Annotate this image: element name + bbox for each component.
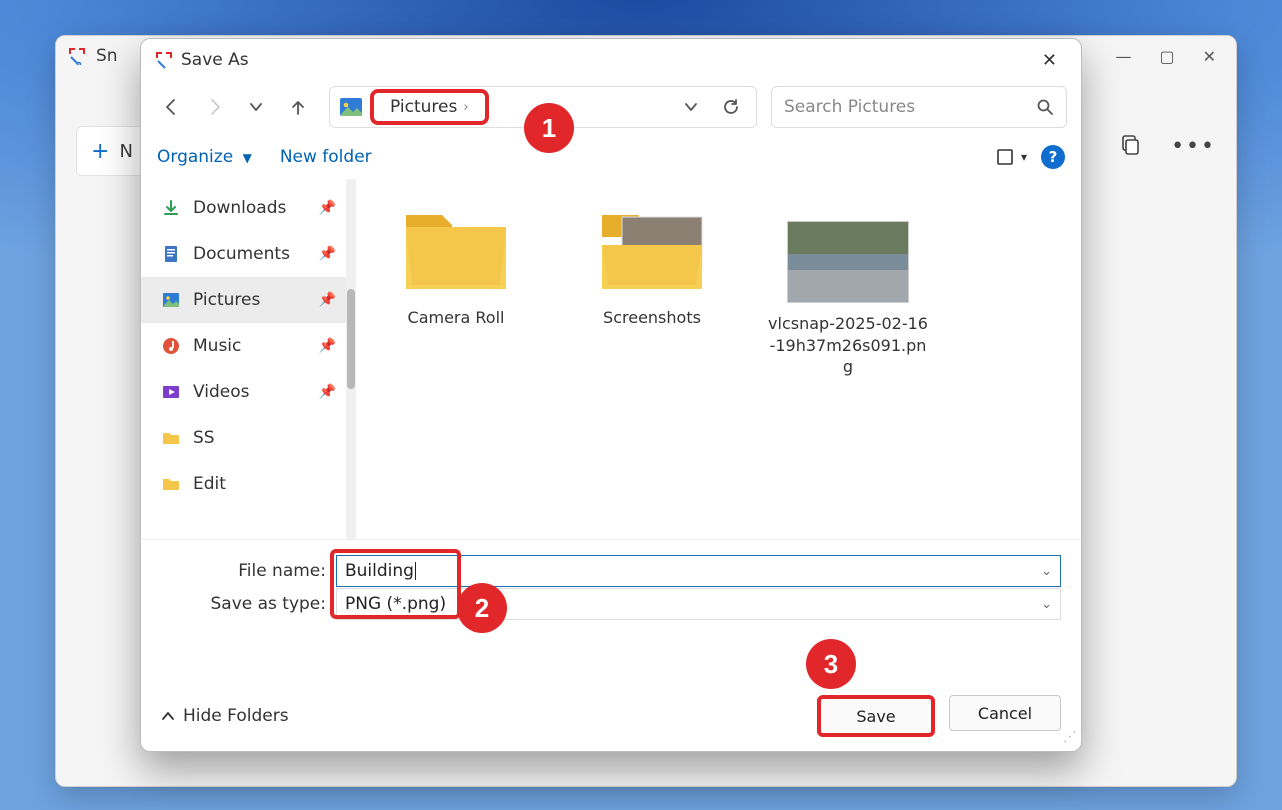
callout-2: 2 [457, 583, 507, 633]
image-thumbnail [787, 221, 909, 303]
chevron-up-icon [161, 709, 175, 723]
sidebar-item-downloads[interactable]: Downloads 📌 [141, 185, 346, 231]
breadcrumb-pictures[interactable]: Pictures › [382, 95, 477, 119]
pictures-location-icon [338, 94, 364, 120]
folder-icon [161, 474, 181, 494]
sidebar-item-videos[interactable]: Videos 📌 [141, 369, 346, 415]
minimize-button[interactable]: — [1115, 47, 1131, 66]
sidebar-item-label: SS [193, 428, 215, 448]
snipping-tool-title: Sn [96, 46, 118, 66]
saveastype-value: PNG (*.png) [345, 594, 446, 614]
hide-folders-label: Hide Folders [183, 706, 289, 726]
sidebar-item-label: Music [193, 336, 241, 356]
file-list: Camera Roll Screenshots vlcsnap-2025-02-… [356, 179, 1081, 539]
file-item-vlcsnap[interactable]: vlcsnap-2025-02-16-19h37m26s091.png [768, 197, 928, 378]
sidebar-scrollbar[interactable] [346, 179, 356, 539]
nav-forward-button[interactable] [197, 90, 231, 124]
filename-label: File name: [161, 561, 336, 581]
nav-back-button[interactable] [155, 90, 189, 124]
dialog-title: Save As [181, 50, 249, 70]
callout-3: 3 [806, 639, 856, 689]
videos-icon [161, 382, 181, 402]
organize-label: Organize [157, 147, 233, 167]
organize-menu[interactable]: Organize ▼ [157, 147, 252, 167]
documents-icon [161, 244, 181, 264]
cancel-button[interactable]: Cancel [949, 695, 1061, 731]
pin-icon: 📌 [319, 292, 336, 308]
chevron-down-icon: ▾ [1021, 150, 1027, 164]
music-icon [161, 336, 181, 356]
file-item-label: Camera Roll [376, 307, 536, 329]
search-icon [1036, 98, 1054, 116]
maximize-button[interactable]: ▢ [1159, 47, 1174, 66]
save-as-dialog: Save As ✕ Pictures › Search Pictures [140, 38, 1082, 752]
pin-icon: 📌 [319, 246, 336, 262]
copy-icon[interactable] [1119, 134, 1141, 159]
chevron-down-icon: ⌄ [1041, 597, 1052, 612]
pin-icon: 📌 [319, 338, 336, 354]
filename-value: Building [345, 561, 414, 581]
sidebar-item-pictures[interactable]: Pictures 📌 [141, 277, 346, 323]
pictures-icon [161, 290, 181, 310]
file-item-camera-roll[interactable]: Camera Roll [376, 197, 536, 329]
new-snip-label-partial: N [119, 141, 132, 162]
folder-preview-icon [592, 197, 712, 297]
chevron-down-icon: ▼ [243, 151, 252, 165]
help-button[interactable]: ? [1041, 145, 1065, 169]
hide-folders-button[interactable]: Hide Folders [161, 706, 289, 726]
new-snip-button[interactable]: + N [76, 126, 148, 176]
filename-input[interactable]: Building ⌄ [336, 555, 1061, 587]
sidebar-item-label: Videos [193, 382, 250, 402]
sidebar-item-documents[interactable]: Documents 📌 [141, 231, 346, 277]
scrollbar-thumb[interactable] [347, 289, 355, 389]
callout-1-highlight: Pictures › [370, 89, 489, 125]
save-button[interactable]: Save [817, 695, 935, 737]
plus-icon: + [91, 139, 109, 164]
sidebar-item-label: Documents [193, 244, 290, 264]
pin-icon: 📌 [319, 200, 336, 216]
view-mode-button[interactable]: ▾ [995, 147, 1027, 167]
sidebar-item-edit[interactable]: Edit [141, 461, 346, 507]
file-item-screenshots[interactable]: Screenshots [572, 197, 732, 329]
close-window-button[interactable]: ✕ [1203, 47, 1216, 66]
sidebar-item-ss[interactable]: SS [141, 415, 346, 461]
new-folder-button[interactable]: New folder [280, 147, 372, 167]
sidebar-item-label: Edit [193, 474, 226, 494]
nav-recent-button[interactable] [239, 90, 273, 124]
snipping-tool-icon [68, 47, 86, 65]
dialog-app-icon [155, 51, 173, 69]
breadcrumb-label: Pictures [390, 97, 457, 117]
folder-icon [161, 428, 181, 448]
more-icon[interactable]: ••• [1171, 134, 1216, 159]
refresh-button[interactable] [714, 90, 748, 124]
chevron-down-icon[interactable]: ⌄ [1041, 564, 1052, 579]
search-input[interactable]: Search Pictures [771, 86, 1067, 128]
close-dialog-button[interactable]: ✕ [1032, 44, 1067, 77]
resize-gripper[interactable]: ⋰ [1063, 729, 1075, 745]
nav-up-button[interactable] [281, 90, 315, 124]
sidebar: Downloads 📌 Documents 📌 Pictures 📌 Music… [141, 179, 346, 539]
sidebar-item-label: Downloads [193, 198, 286, 218]
saveastype-label: Save as type: [161, 594, 336, 614]
sidebar-item-music[interactable]: Music 📌 [141, 323, 346, 369]
folder-icon [396, 197, 516, 297]
address-history-button[interactable] [674, 90, 708, 124]
pin-icon: 📌 [319, 384, 336, 400]
text-cursor [415, 562, 416, 580]
view-icon [995, 147, 1015, 167]
callout-1: 1 [524, 103, 574, 153]
file-item-label: Screenshots [572, 307, 732, 329]
file-item-label: vlcsnap-2025-02-16-19h37m26s091.png [768, 313, 928, 378]
downloads-icon [161, 198, 181, 218]
search-placeholder: Search Pictures [784, 97, 915, 117]
sidebar-item-label: Pictures [193, 290, 260, 310]
saveastype-select[interactable]: PNG (*.png) ⌄ [336, 588, 1061, 620]
chevron-right-icon: › [463, 100, 468, 115]
